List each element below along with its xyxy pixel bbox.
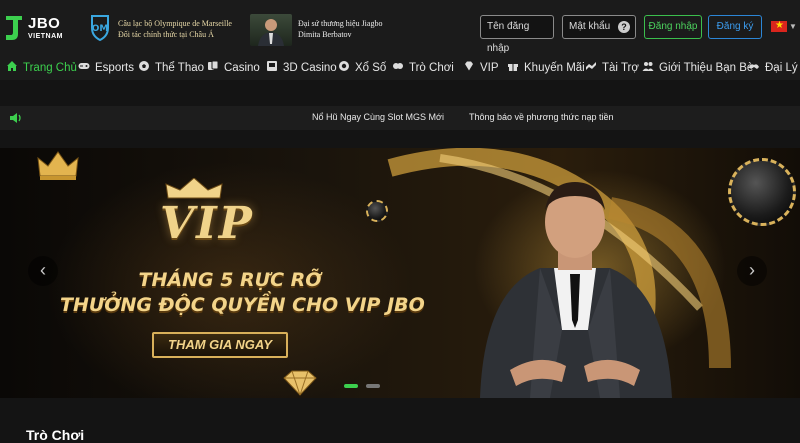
nav-label: Khuyến Mãi: [524, 62, 585, 74]
casino-chip-icon: [366, 200, 388, 222]
promo-banner[interactable]: VIP THÁNG 5 RỰC RỠ THƯỞNG ĐỘC QUYỀN CHO …: [0, 148, 800, 398]
nav-label: Tài Trợ: [602, 62, 639, 74]
lottery-ball-icon: [339, 61, 349, 71]
banner-headline-2: THƯỞNG ĐỘC QUYỀN CHO VIP JBO: [60, 294, 425, 316]
language-caret-icon[interactable]: ▼: [789, 22, 797, 31]
top-header: JBO VIETNAM OM Câu lạc bộ Olympique de M…: [0, 0, 800, 56]
register-button[interactable]: Đăng ký: [708, 15, 762, 39]
nav-label: VIP: [480, 62, 499, 74]
password-placeholder: Mật khẩu: [569, 21, 611, 32]
nav-label: 3D Casino: [283, 62, 337, 74]
carousel-dot-1[interactable]: [344, 384, 358, 388]
nav-label: Esports: [95, 62, 134, 74]
partner-ambassador[interactable]: Đại sứ thương hiệu Jiagbo Dimita Berbato…: [250, 14, 390, 46]
banner-headline-1: THÁNG 5 RỰC RỠ: [138, 269, 322, 291]
vip-logo: VIP: [160, 198, 254, 249]
gamepad-icon: [78, 63, 90, 69]
password-help-icon[interactable]: ?: [618, 21, 630, 33]
nav-item-home[interactable]: Trang Chủ: [6, 60, 77, 76]
nav-item-referral[interactable]: Giới Thiệu Bạn Bè: [642, 60, 753, 76]
jbo-logo-mark-icon: [6, 16, 22, 40]
jbo-logo[interactable]: JBO VIETNAM: [4, 12, 68, 46]
password-input[interactable]: Mật khẩu ?: [562, 15, 636, 39]
nav-item-agent[interactable]: Đại Lý: [748, 60, 798, 76]
slot-machine-icon: [267, 61, 277, 71]
ambassador-portrait: [480, 182, 672, 398]
gold-diamond-icon: [283, 370, 317, 396]
join-now-button[interactable]: THAM GIA NGAY: [152, 332, 288, 358]
banner-prev-button[interactable]: ‹: [28, 256, 58, 286]
main-nav: Trang Chủ Esports Thể Thao Casino 3D Cas…: [0, 56, 800, 80]
partner1-line2: Đối tác chính thức tại Châu Á: [118, 30, 214, 39]
casino-chip-icon: [728, 158, 796, 226]
partner1-line1: Câu lạc bộ Olympique de Marseille: [118, 19, 232, 28]
brand-name: JBO: [28, 15, 61, 32]
sponsor-icon: [586, 62, 596, 70]
nav-item-lottery[interactable]: Xổ Số: [338, 60, 386, 76]
crown-icon: [37, 151, 79, 180]
agent-icon: [749, 64, 759, 69]
nav-item-sponsorship[interactable]: Tài Trợ: [585, 60, 639, 76]
announcement-bar: Nổ Hũ Ngay Cùng Slot MGS Mới Thông báo v…: [0, 106, 800, 130]
vip-crown-icon: [165, 178, 223, 199]
partner2-line2: Dimita Berbatov: [298, 30, 352, 39]
ambassador-photo: [250, 14, 292, 46]
nav-label: Đại Lý: [765, 62, 798, 74]
nav-item-vip[interactable]: VIP: [463, 60, 499, 76]
friends-icon: [642, 62, 654, 71]
nav-label: Trang Chủ: [23, 62, 77, 74]
gift-icon: [508, 64, 518, 71]
announcement-item[interactable]: Thông báo về phương thức nạp tiền: [469, 112, 614, 122]
games-section-title: Trò Chơi: [26, 427, 85, 443]
nav-label: Giới Thiệu Bạn Bè: [659, 62, 754, 74]
svg-text:OM: OM: [92, 24, 109, 34]
banner-next-button[interactable]: ›: [737, 256, 767, 286]
nav-label: Casino: [224, 62, 260, 74]
login-button[interactable]: Đăng nhập: [644, 15, 702, 39]
nav-item-casino[interactable]: Casino: [207, 60, 260, 76]
nav-item-esports[interactable]: Esports: [78, 60, 134, 76]
nav-item-games[interactable]: Trò Chơi: [392, 60, 454, 76]
announcement-item[interactable]: Nổ Hũ Ngay Cùng Slot MGS Mới: [312, 112, 444, 122]
nav-item-promotions[interactable]: Khuyến Mãi: [507, 60, 585, 76]
speaker-icon: [10, 113, 21, 123]
carousel-dot-2[interactable]: [366, 384, 380, 388]
username-placeholder: Tên đăng nhập: [487, 21, 530, 54]
partner-marseille[interactable]: OM Câu lạc bộ Olympique de Marseille Đối…: [88, 14, 238, 42]
marseille-emblem-icon: OM: [91, 15, 109, 42]
nav-label: Xổ Số: [355, 62, 387, 74]
brand-country: VIETNAM: [28, 33, 63, 40]
soccer-ball-icon: [139, 61, 149, 71]
partner2-line1: Đại sứ thương hiệu Jiagbo: [298, 19, 383, 28]
username-input[interactable]: Tên đăng nhập: [480, 15, 554, 54]
nav-item-sports[interactable]: Thể Thao: [138, 60, 204, 76]
home-icon: [7, 61, 17, 71]
game-icon: [393, 63, 403, 69]
nav-label: Thể Thao: [155, 62, 205, 74]
nav-item-3d-casino[interactable]: 3D Casino: [266, 60, 337, 76]
nav-label: Trò Chơi: [409, 62, 454, 74]
diamond-icon: [465, 61, 473, 71]
vietnam-flag-icon[interactable]: ★: [771, 20, 787, 32]
casino-cards-icon: [208, 60, 219, 70]
